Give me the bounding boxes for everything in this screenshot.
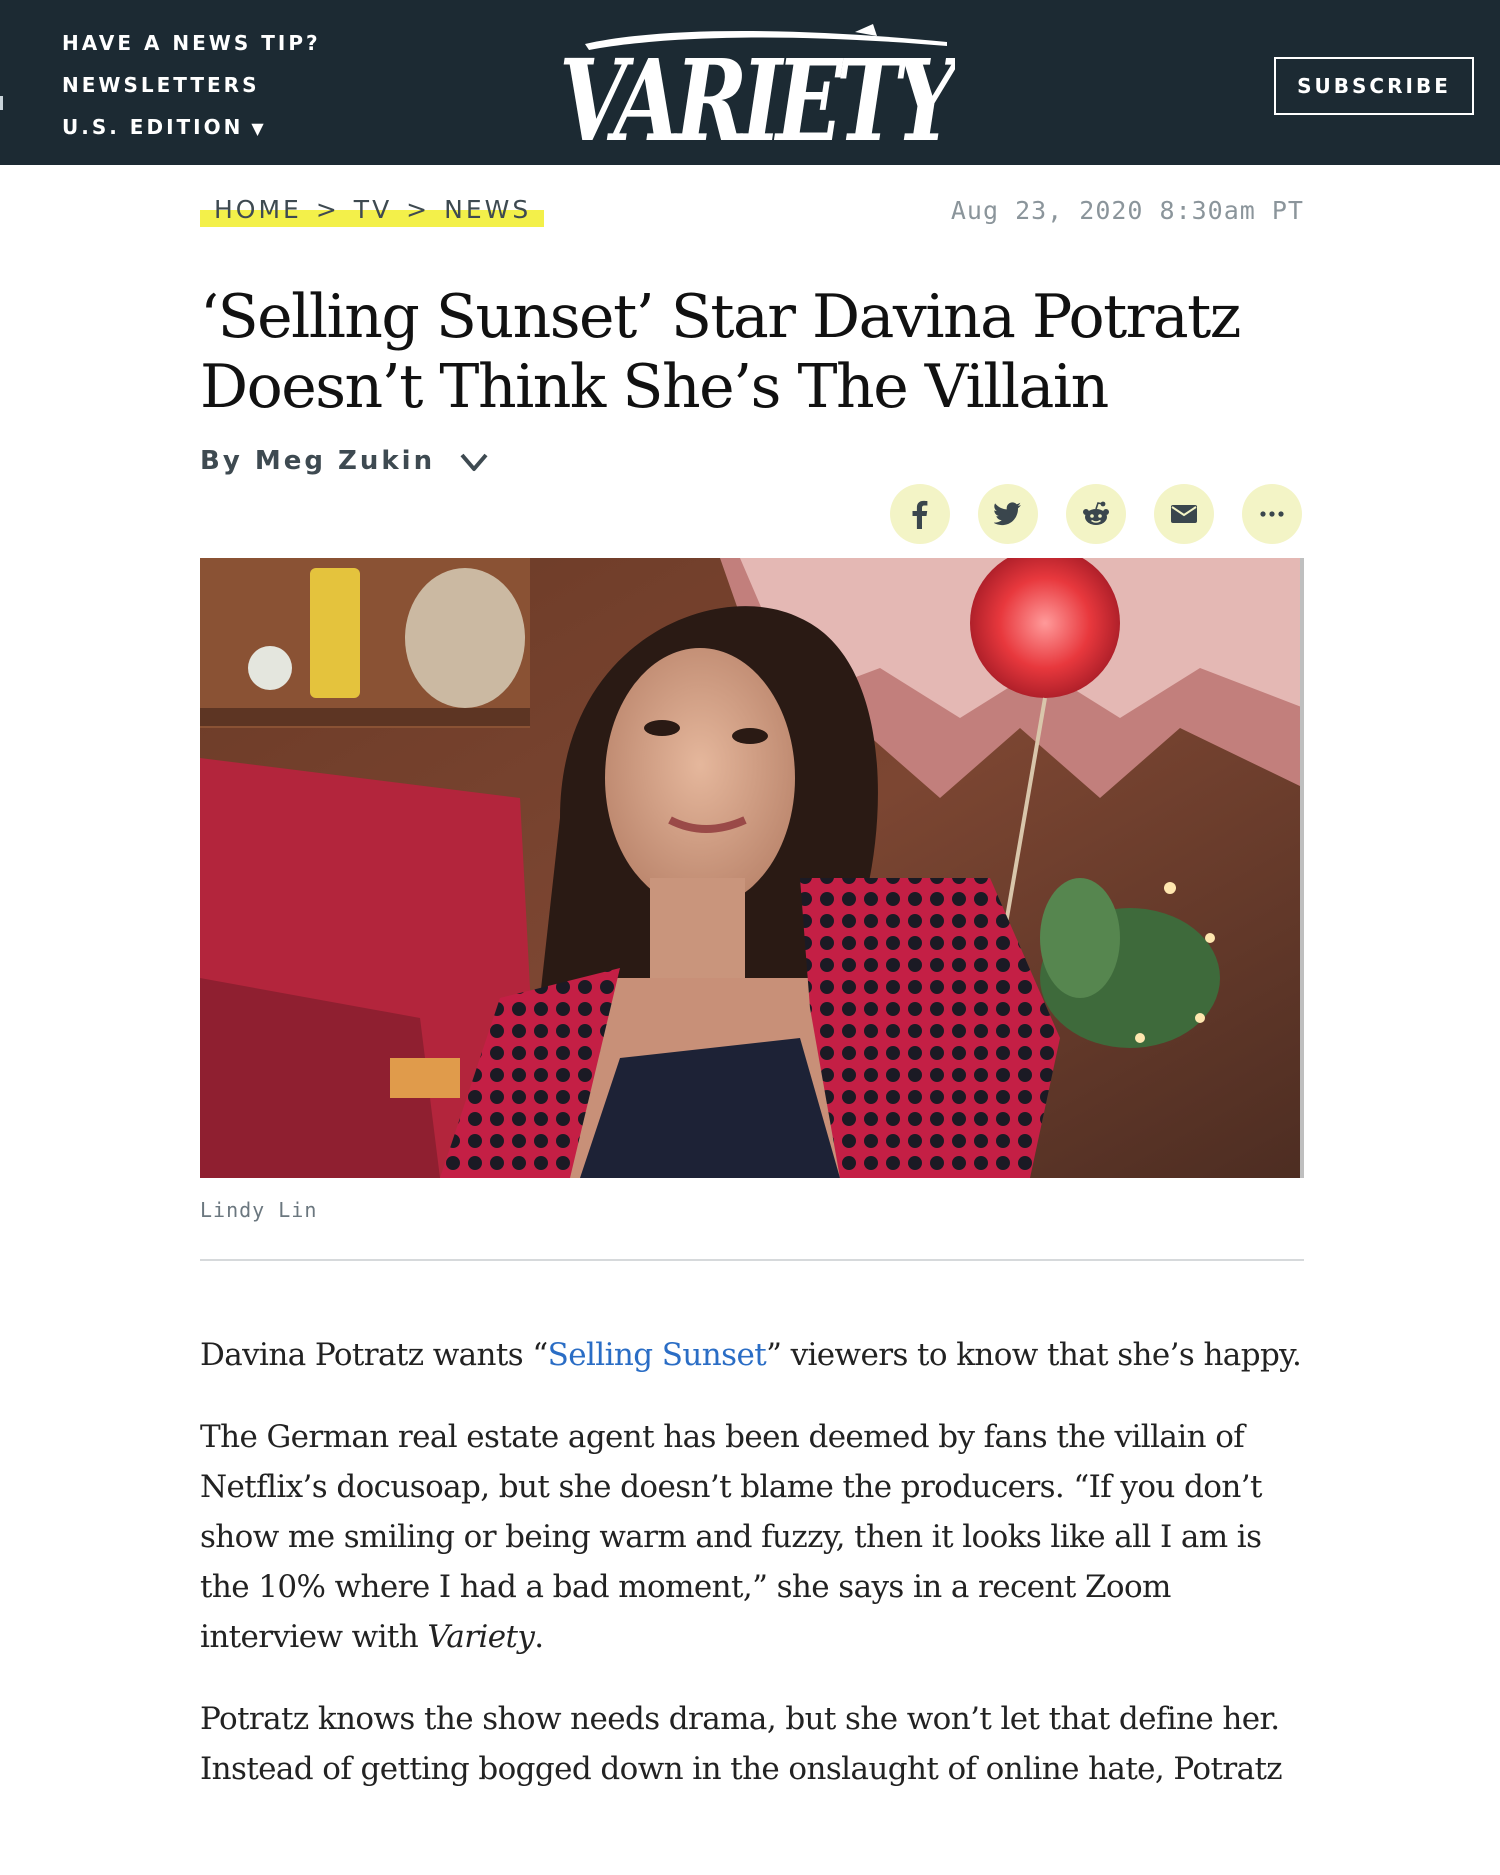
reddit-icon xyxy=(1083,501,1109,525)
paragraph-3: Potratz knows the show needs drama, but … xyxy=(200,1694,1310,1794)
breadcrumb-separator: > xyxy=(315,195,340,224)
newsletters-link[interactable]: NEWSLETTERS xyxy=(62,70,321,112)
photo-credit: Lindy Lin xyxy=(200,1198,318,1222)
paragraph-1-outro: ” viewers to know that she’s happy. xyxy=(766,1337,1302,1373)
publication-name: Variety xyxy=(427,1619,535,1655)
more-share-button[interactable] xyxy=(1242,484,1302,544)
news-tip-link[interactable]: HAVE A NEWS TIP? xyxy=(62,28,321,70)
email-icon xyxy=(1171,505,1197,523)
facebook-share-button[interactable] xyxy=(890,484,950,544)
utility-nav: HAVE A NEWS TIP? NEWSLETTERS U.S. EDITIO… xyxy=(62,28,321,154)
article-headline: ‘Selling Sunset’ Star Davina Potratz Doe… xyxy=(200,282,1310,422)
caret-down-icon: ▼ xyxy=(251,119,267,138)
paragraph-1-intro: Davina Potratz wants “ xyxy=(200,1337,548,1373)
edition-label: U.S. EDITION xyxy=(62,115,244,139)
site-header: HAVE A NEWS TIP? NEWSLETTERS U.S. EDITIO… xyxy=(0,0,1500,165)
publish-timestamp: Aug 23, 2020 8:30am PT xyxy=(950,196,1304,225)
edge-marker xyxy=(0,96,3,110)
byline: By Meg Zukin xyxy=(200,446,489,476)
email-share-button[interactable] xyxy=(1154,484,1214,544)
breadcrumb-home[interactable]: HOME xyxy=(214,195,302,224)
paragraph-2-text: The German real estate agent has been de… xyxy=(200,1419,1262,1655)
logo-swoosh-tip xyxy=(855,24,877,36)
breadcrumb-news[interactable]: NEWS xyxy=(444,195,531,224)
byline-prefix: By xyxy=(200,446,243,476)
headline-line-2: Doesn’t Think She’s The Villain xyxy=(200,352,1109,422)
chevron-down-icon[interactable] xyxy=(459,451,489,473)
headline-line-1: ‘Selling Sunset’ Star Davina Potratz xyxy=(200,282,1241,352)
twitter-share-button[interactable] xyxy=(978,484,1038,544)
breadcrumb-separator: > xyxy=(406,195,431,224)
breadcrumb-tv[interactable]: TV xyxy=(354,195,392,224)
subscribe-button[interactable]: SUBSCRIBE xyxy=(1274,57,1474,115)
paragraph-1: Davina Potratz wants “Selling Sunset” vi… xyxy=(200,1330,1310,1380)
selling-sunset-link[interactable]: Selling Sunset xyxy=(548,1337,767,1373)
twitter-icon xyxy=(994,502,1021,526)
author-name[interactable]: Meg Zukin xyxy=(255,446,435,476)
section-divider xyxy=(200,1259,1304,1261)
article-body: Davina Potratz wants “Selling Sunset” vi… xyxy=(200,1330,1310,1826)
breadcrumb: HOME > TV > NEWS xyxy=(200,192,544,236)
hero-photo xyxy=(200,558,1304,1178)
more-icon xyxy=(1260,511,1284,517)
paragraph-3-text: Potratz knows the show needs drama, but … xyxy=(200,1701,1283,1787)
edition-selector[interactable]: U.S. EDITION ▼ xyxy=(62,112,321,154)
variety-logo[interactable]: VARIETY xyxy=(555,22,955,150)
facebook-icon xyxy=(912,500,928,529)
paragraph-2-end: . xyxy=(534,1619,544,1655)
reddit-share-button[interactable] xyxy=(1066,484,1126,544)
logo-wordmark: VARIETY xyxy=(559,36,955,150)
paragraph-2: The German real estate agent has been de… xyxy=(200,1412,1310,1662)
